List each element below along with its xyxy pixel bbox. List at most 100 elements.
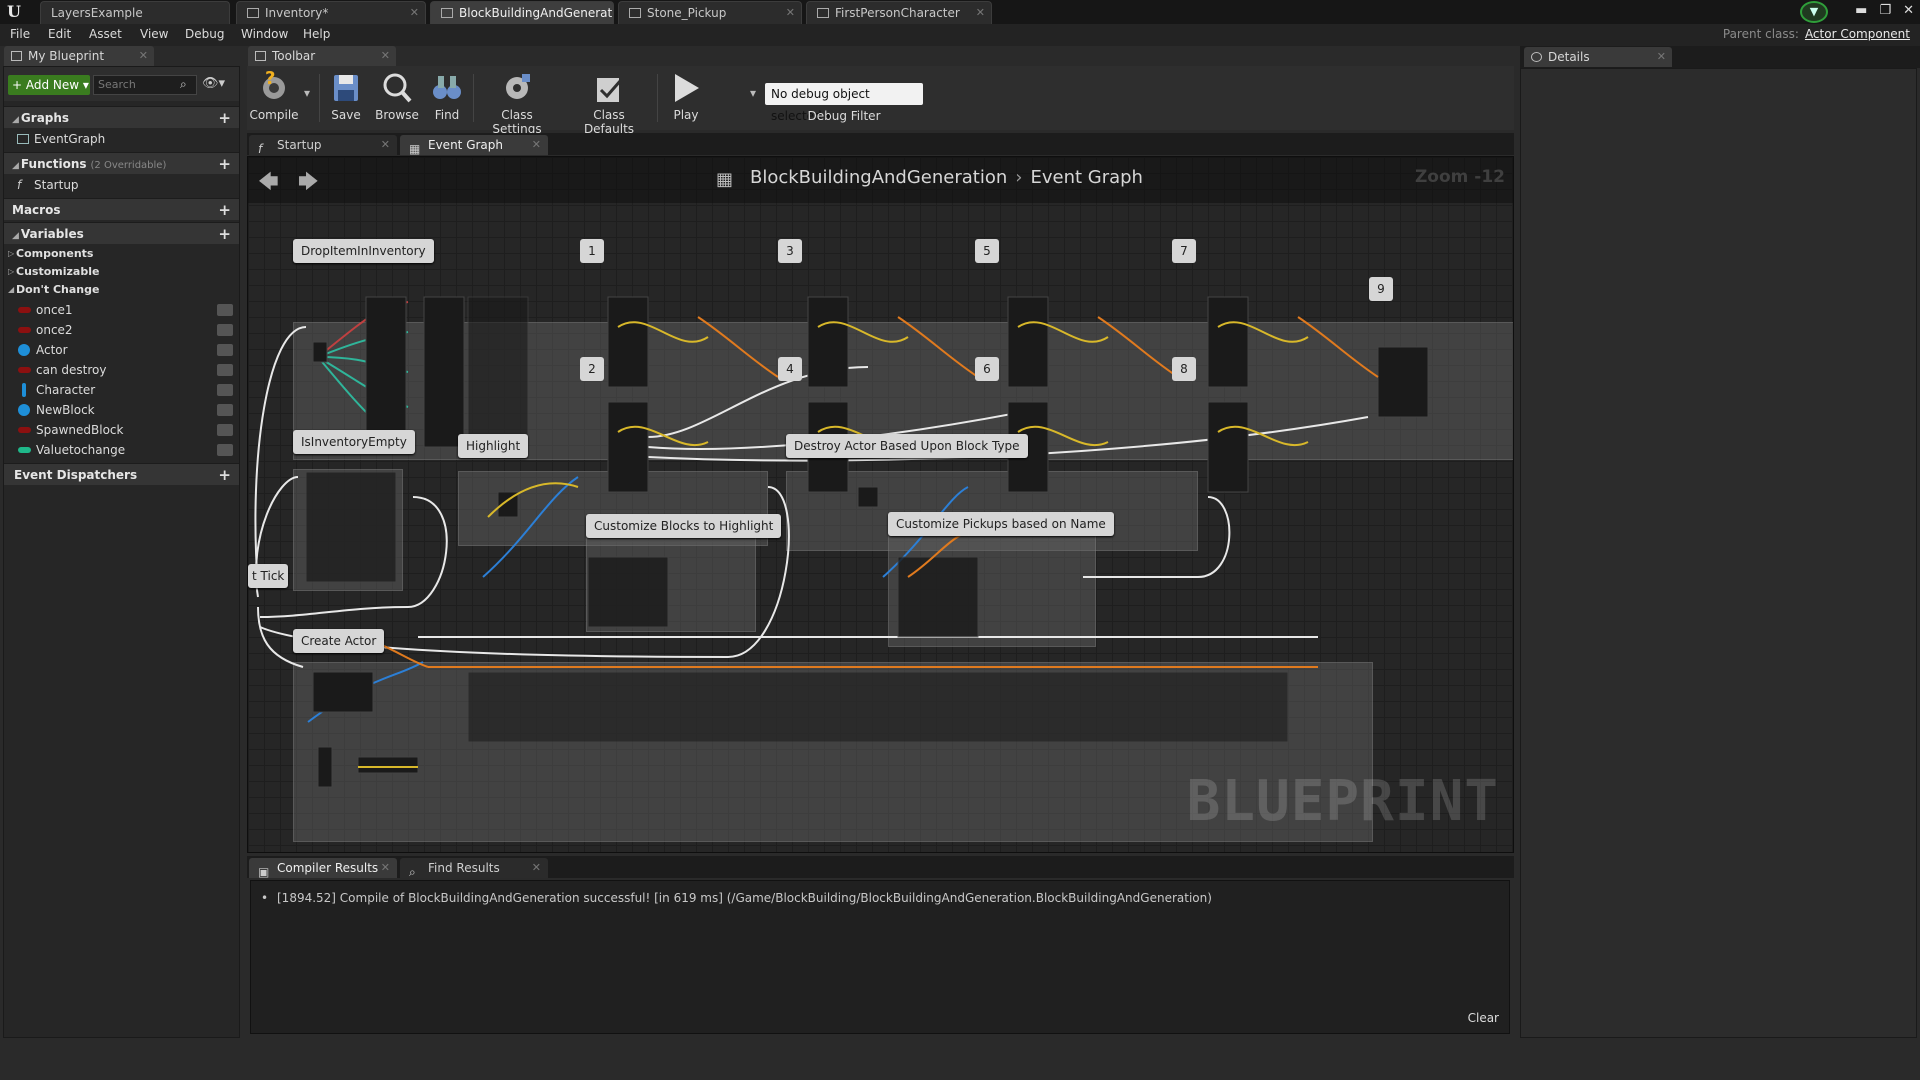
variable-item[interactable]: Valuetochange — [4, 440, 239, 460]
unreal-logo-icon[interactable]: U — [4, 2, 24, 22]
search-icon[interactable]: ⌕ — [180, 77, 194, 91]
variable-item[interactable]: once1 — [4, 300, 239, 320]
close-icon[interactable]: ✕ — [786, 2, 795, 24]
browse-button[interactable]: Browse — [373, 68, 421, 128]
add-icon[interactable]: + — [218, 464, 231, 486]
tab-find-results[interactable]: ⌕ Find Results ✕ — [400, 858, 548, 879]
category-dont-change[interactable]: ◢ Don't Change — [4, 281, 239, 299]
close-icon[interactable]: ✕ — [381, 135, 390, 155]
parent-class-link[interactable]: Actor Component — [1805, 27, 1910, 41]
comment-number-badge[interactable]: 8 — [1172, 357, 1196, 381]
tab-my-blueprint[interactable]: My Blueprint ✕ — [4, 46, 154, 66]
compile-button[interactable]: ? Compile — [249, 68, 299, 128]
menu-window[interactable]: Window — [241, 27, 288, 41]
close-icon[interactable]: ✕ — [381, 858, 390, 878]
close-icon[interactable]: ✕ — [381, 46, 390, 66]
visibility-eye-icon[interactable] — [217, 384, 233, 396]
section-graphs[interactable]: ◢ Graphs + — [4, 106, 239, 128]
visibility-eye-icon[interactable] — [217, 444, 233, 456]
function-item-startup[interactable]: f Startup — [4, 175, 239, 195]
play-options-chevron-icon[interactable]: ▾ — [745, 86, 761, 100]
debug-object-select[interactable]: No debug object selected ▾ — [765, 83, 923, 123]
breadcrumb-root[interactable]: BlockBuildingAndGeneration — [750, 167, 1007, 188]
find-button[interactable]: Find — [427, 68, 467, 128]
back-arrow-icon[interactable]: 🡄 — [258, 167, 279, 201]
add-icon[interactable]: + — [218, 199, 231, 221]
play-button[interactable]: Play — [663, 68, 709, 128]
comment-number-badge[interactable]: 5 — [975, 239, 999, 263]
variable-item[interactable]: once2 — [4, 320, 239, 340]
add-icon[interactable]: + — [218, 107, 231, 129]
section-functions[interactable]: ◢ Functions (2 Overridable) + — [4, 152, 239, 174]
restore-icon[interactable]: ❐ — [1879, 3, 1891, 18]
tab-inventory[interactable]: Inventory* ✕ — [236, 1, 426, 24]
visibility-eye-icon[interactable] — [217, 324, 233, 336]
tab-block-building[interactable]: BlockBuildingAndGenerat — [430, 1, 614, 24]
comment-is-inventory-empty[interactable]: IsInventoryEmpty — [293, 430, 415, 454]
tab-first-person-character[interactable]: FirstPersonCharacter ✕ — [806, 1, 992, 24]
comment-destroy-actor[interactable]: Destroy Actor Based Upon Block Type — [786, 434, 1028, 458]
source-control-icon[interactable]: ▼ — [1800, 1, 1828, 23]
variable-item[interactable]: can destroy — [4, 360, 239, 380]
comment-number-badge[interactable]: 7 — [1172, 239, 1196, 263]
close-icon[interactable]: ✕ — [532, 858, 541, 878]
class-defaults-button[interactable]: Class Defaults — [567, 68, 651, 136]
menu-edit[interactable]: Edit — [48, 27, 71, 41]
comment-number-badge[interactable]: 3 — [778, 239, 802, 263]
comment-drop-item-in-inventory[interactable]: DropItemInInventory — [293, 239, 434, 263]
comment-create-actor[interactable]: Create Actor — [293, 629, 385, 653]
eye-icon[interactable]: 👁▾ — [202, 76, 225, 91]
minimize-icon[interactable]: ▬ — [1855, 3, 1867, 18]
class-settings-button[interactable]: Class Settings — [477, 68, 557, 136]
variable-item[interactable]: SpawnedBlock — [4, 420, 239, 440]
clear-button[interactable]: Clear — [1468, 1011, 1499, 1025]
menu-view[interactable]: View — [140, 27, 168, 41]
comment-number-badge[interactable]: 2 — [580, 357, 604, 381]
comment-customize-pickups[interactable]: Customize Pickups based on Name — [888, 512, 1114, 536]
comment-number-badge[interactable]: 4 — [778, 357, 802, 381]
comment-number-badge[interactable]: 6 — [975, 357, 999, 381]
visibility-eye-icon[interactable] — [217, 424, 233, 436]
category-components[interactable]: ▷ Components — [4, 245, 239, 263]
menu-debug[interactable]: Debug — [185, 27, 224, 41]
tab-toolbar[interactable]: Toolbar ✕ — [248, 46, 396, 66]
section-variables[interactable]: ◢ Variables + — [4, 222, 239, 244]
add-icon[interactable]: + — [218, 153, 231, 175]
compile-options-chevron-icon[interactable]: ▾ — [299, 86, 315, 100]
comment-customize-blocks[interactable]: Customize Blocks to Highlight — [586, 514, 782, 538]
tab-details[interactable]: Details ✕ — [1524, 47, 1672, 67]
menu-help[interactable]: Help — [303, 27, 330, 41]
graph-canvas[interactable]: DropItemInInventory IsInventoryEmpty Hig… — [247, 156, 1514, 853]
menu-asset[interactable]: Asset — [89, 27, 122, 41]
visibility-eye-icon[interactable] — [217, 344, 233, 356]
tab-layers-example[interactable]: LayersExample — [40, 1, 230, 24]
menu-file[interactable]: File — [10, 27, 30, 41]
close-icon[interactable]: ✕ — [139, 46, 148, 66]
add-new-button[interactable]: + Add New ▾ — [8, 75, 90, 95]
section-event-dispatchers[interactable]: Event Dispatchers + — [4, 463, 239, 485]
variable-item[interactable]: NewBlock — [4, 400, 239, 420]
tab-event-graph[interactable]: ▦ Event Graph ✕ — [400, 135, 548, 156]
close-icon[interactable]: ✕ — [532, 135, 541, 155]
tab-startup[interactable]: f Startup ✕ — [249, 135, 397, 156]
tab-compiler-results[interactable]: ▣ Compiler Results ✕ — [249, 858, 397, 879]
forward-arrow-icon[interactable]: 🡆 — [298, 167, 319, 201]
graph-item-eventgraph[interactable]: EventGraph — [4, 129, 239, 149]
tab-stone-pickup[interactable]: Stone_Pickup ✕ — [618, 1, 802, 24]
category-customizable[interactable]: ▷ Customizable — [4, 263, 239, 281]
comment-highlight[interactable]: Highlight — [458, 434, 529, 458]
variable-item[interactable]: Actor — [4, 340, 239, 360]
close-icon[interactable]: ✕ — [976, 2, 985, 24]
add-icon[interactable]: + — [218, 223, 231, 245]
comment-number-badge[interactable]: 9 — [1369, 277, 1393, 301]
section-macros[interactable]: Macros + — [4, 198, 239, 220]
visibility-eye-icon[interactable] — [217, 304, 233, 316]
close-icon[interactable]: ✕ — [1657, 47, 1666, 67]
close-window-icon[interactable]: ✕ — [1903, 3, 1914, 18]
comment-event-tick[interactable]: t Tick — [248, 564, 289, 588]
variable-item[interactable]: Character — [4, 380, 239, 400]
comment-number-badge[interactable]: 1 — [580, 239, 604, 263]
close-icon[interactable]: ✕ — [410, 2, 419, 24]
visibility-eye-icon[interactable] — [217, 364, 233, 376]
save-button[interactable]: Save — [323, 68, 369, 128]
